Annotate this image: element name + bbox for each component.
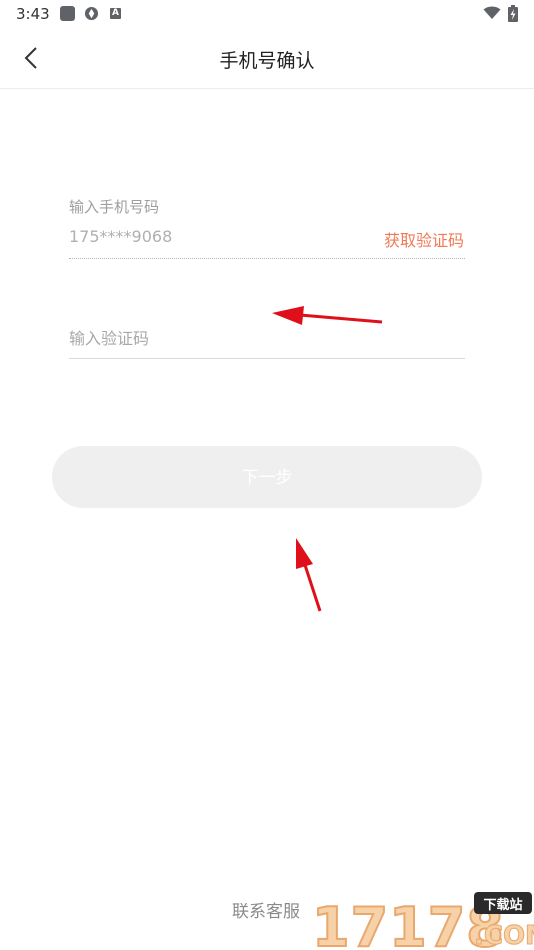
status-bar: 3:43 A [0,0,534,28]
annotation-arrow-lower [296,538,322,612]
page-title: 手机号确认 [219,50,315,72]
status-time: 3:43 [16,5,50,23]
contact-support-link[interactable]: 联系客服 [232,897,300,922]
next-step-button[interactable]: 下一步 [52,446,482,508]
battery-charging-icon [508,5,518,22]
phone-label: 输入手机号码 [69,198,160,216]
app-square-icon [60,6,75,21]
sync-icon [84,6,99,21]
phone-divider [69,258,465,259]
a-icon: A [110,8,121,19]
header: 手机号确认 [0,28,534,89]
watermark-logo: 17178 下载站 .COM [311,892,534,950]
watermark-domain: .COM [474,921,534,950]
get-code-button[interactable]: 获取验证码 [384,227,464,251]
wifi-icon [483,6,501,19]
phone-number-value: 175****9068 [69,227,173,246]
watermark-badge: 下载站 [483,897,522,913]
verification-code-input[interactable] [69,318,465,359]
